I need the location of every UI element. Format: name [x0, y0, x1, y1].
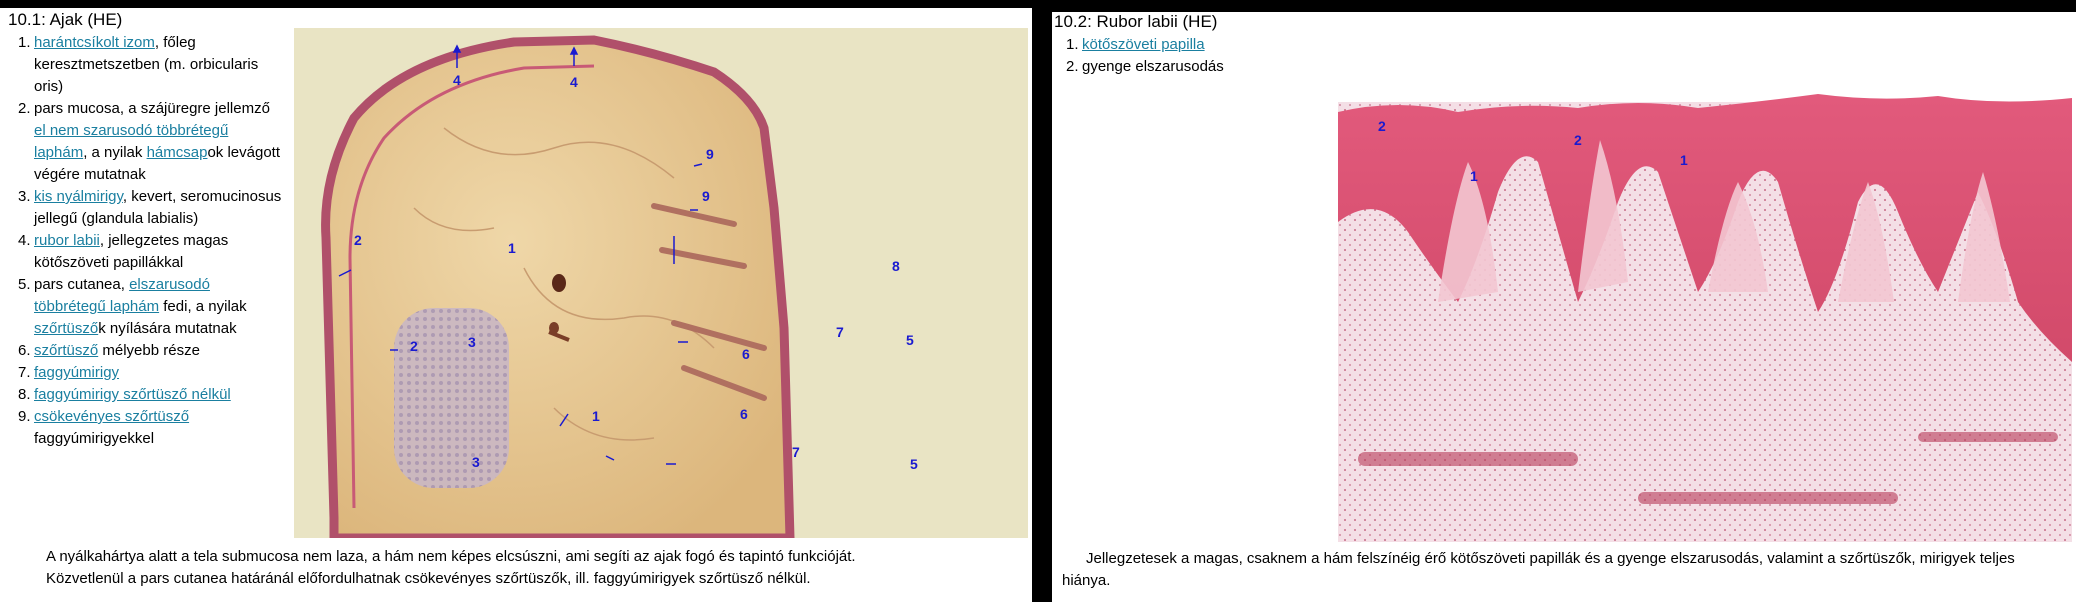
micrograph-rubor-labii: 2 2 1 1 — [1338, 32, 2072, 542]
caption: Jellegzetesek a magas, csaknem a hám fel… — [1062, 550, 2015, 589]
list-item: 4. rubor labii, jellegzetes magas kötőszö… — [18, 232, 229, 271]
image-label: 6 — [742, 346, 750, 362]
image-label: 7 — [792, 444, 800, 460]
image-label: 2 — [1574, 132, 1582, 148]
link-rubor-labii[interactable]: rubor labii — [34, 232, 100, 249]
link-szortuszo[interactable]: szőrtüsző — [34, 320, 98, 337]
image-label: 2 — [410, 338, 418, 354]
list-item: 2. pars mucosa, a szájüregre jellemző el … — [18, 100, 280, 183]
list-item: 7. faggyúmirigy — [18, 364, 120, 381]
image-label: 3 — [468, 334, 476, 350]
image-label: 5 — [906, 332, 914, 348]
link-kis-nyalmirigy[interactable]: kis nyálmirigy — [34, 188, 123, 205]
caption: A nyálkahártya alatt a tela submucosa ne… — [46, 548, 856, 587]
image-label: 4 — [453, 72, 461, 88]
rubor-labii-image — [1338, 32, 2072, 542]
list-item: 8. faggyúmirigy szőrtüsző nélkül — [18, 386, 231, 403]
image-label: 3 — [472, 454, 480, 470]
left-panel: 10.1: Ajak (HE) 1. harántcsíkolt izom, fő… — [0, 8, 1032, 602]
image-label: 2 — [1378, 118, 1386, 134]
link-csokevenyes-szortuszo[interactable]: csökevényes szőrtüsző — [34, 408, 189, 425]
page-title: 10.2: Rubor labii (HE) — [1054, 12, 1218, 31]
list-item: 6. szőrtüsző mélyebb része — [18, 342, 200, 359]
micrograph-lip: 4 4 9 9 2 1 8 2 3 7 5 6 1 3 6 7 5 — [294, 28, 1028, 538]
list-item: 3. kis nyálmirigy, kevert, seromucinosus … — [18, 188, 282, 227]
legend-list: 1. kötőszöveti papilla 2. gyenge elszaruso… — [1062, 34, 1322, 78]
image-label: 5 — [910, 456, 918, 472]
link-szortuszo-2[interactable]: szőrtüsző — [34, 342, 98, 359]
image-label: 2 — [354, 232, 362, 248]
image-label: 9 — [706, 146, 714, 162]
image-label: 8 — [892, 258, 900, 274]
image-label: 1 — [1470, 168, 1478, 184]
right-panel: 10.2: Rubor labii (HE) 1. kötőszöveti pap… — [1052, 12, 2076, 602]
image-label: 4 — [570, 74, 578, 90]
image-label: 1 — [508, 240, 516, 256]
link-hamcsap[interactable]: hámcsap — [147, 144, 208, 161]
list-item: 5. pars cutanea, elszarusodó többrétegű l… — [18, 276, 247, 337]
image-label: 6 — [740, 406, 748, 422]
link-faggyumirigy[interactable]: faggyúmirigy — [34, 364, 119, 381]
link-harantcsikolt-izom[interactable]: harántcsíkolt izom — [34, 34, 155, 51]
list-item: 1. harántcsíkolt izom, főleg keresztmetsz… — [18, 34, 259, 95]
link-kotoszoveti-papilla[interactable]: kötőszöveti papilla — [1082, 36, 1205, 53]
list-item: 1. kötőszöveti papilla — [1066, 36, 1205, 53]
image-label: 9 — [702, 188, 710, 204]
list-item: 9. csökevényes szőrtüsző faggyúmirigyekke… — [18, 408, 190, 447]
link-faggyumirigy-szortuszo-nelkul[interactable]: faggyúmirigy szőrtüsző nélkül — [34, 386, 231, 403]
legend-list: 1. harántcsíkolt izom, főleg keresztmetsz… — [14, 32, 284, 450]
image-label: 1 — [1680, 152, 1688, 168]
page-title: 10.1: Ajak (HE) — [8, 10, 123, 29]
image-label: 1 — [592, 408, 600, 424]
image-label: 7 — [836, 324, 844, 340]
list-item: 2. gyenge elszarusodás — [1066, 58, 1224, 75]
